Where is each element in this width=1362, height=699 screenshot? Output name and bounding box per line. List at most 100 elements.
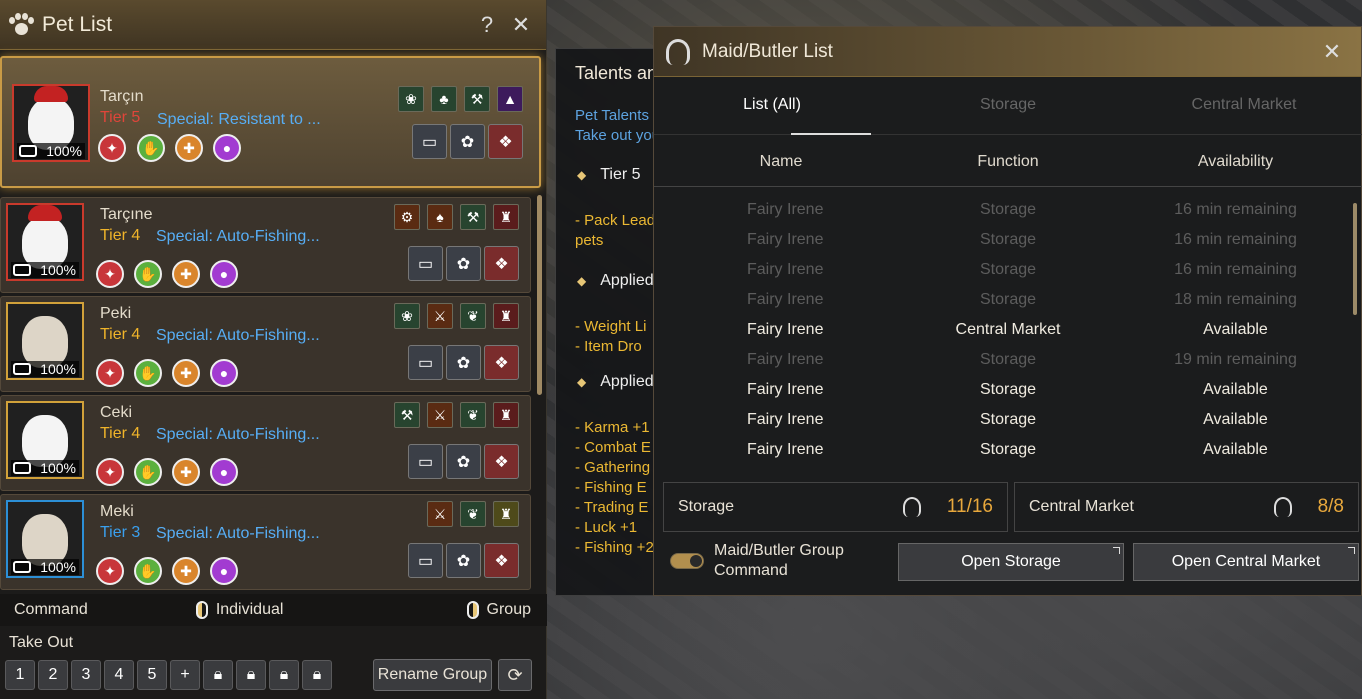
take-out-slot-1[interactable]: 1 [5,660,35,690]
take-out-slot-5[interactable]: 5 [137,660,167,690]
pet-paw-button[interactable]: ✿ [446,246,481,281]
tab-list-all[interactable]: List (All) [654,79,890,134]
skill-icon[interactable]: ♜ [493,402,519,428]
skill-icon[interactable]: ♜ [493,204,519,230]
close-icon[interactable]: ✕ [504,12,538,38]
talent-icon[interactable]: ✋ [137,134,165,162]
talent-icon[interactable]: ✦ [96,359,124,387]
talent-icon[interactable]: ✋ [134,458,162,486]
seal-pet-button[interactable]: ❖ [484,444,519,479]
feed-button[interactable]: ▭ [408,543,443,578]
table-row[interactable]: Fairy Irene Central Market Available [654,315,1362,345]
seal-pet-button[interactable]: ❖ [488,124,523,159]
talent-icon[interactable]: ✚ [175,134,203,162]
group-command[interactable]: Group [466,601,531,619]
skill-icon[interactable]: ♜ [493,501,519,527]
pet-card[interactable]: 100% Meki Tier 3 Special: Auto-Fishing..… [0,494,531,590]
rename-group-button[interactable]: Rename Group [373,659,492,691]
lock-icon[interactable]: 🔒︎ [203,660,233,690]
feed-button[interactable]: ▭ [408,246,443,281]
skill-icon[interactable]: ❀ [398,86,424,112]
talent-icon[interactable]: ● [210,557,238,585]
pet-paw-button[interactable]: ✿ [450,124,485,159]
talent-icon[interactable]: ✚ [172,359,200,387]
lock-icon[interactable]: 🔒︎ [302,660,332,690]
talent-icon[interactable]: ✋ [134,260,162,288]
feed-button[interactable]: ▭ [408,345,443,380]
maid-list-scrollbar[interactable] [1353,203,1357,315]
pet-list-scrollbar[interactable] [537,195,542,395]
close-icon[interactable]: ✕ [1315,39,1349,65]
tab-storage[interactable]: Storage [890,79,1126,134]
skill-icon[interactable]: ❦ [460,501,486,527]
skill-icon[interactable]: ❀ [394,303,420,329]
talent-icon[interactable]: ✚ [172,458,200,486]
talent-icon[interactable]: ● [210,260,238,288]
talent-icon[interactable]: ✋ [134,557,162,585]
table-row[interactable]: Fairy Irene Storage 18 min remaining [654,285,1362,315]
talent-icon[interactable]: ● [210,458,238,486]
table-row[interactable]: Fairy Irene Storage 19 min remaining [654,345,1362,375]
maid-butler-header[interactable]: Maid/Butler List ✕ [654,27,1361,77]
skill-icon[interactable]: ♣ [431,86,457,112]
pet-list-header[interactable]: Pet List ? ✕ [0,0,546,50]
skill-icon[interactable]: ⚔ [427,501,453,527]
skill-icon[interactable]: ⚒ [464,86,490,112]
pet-card[interactable]: 100% Tarçın Tier 5 Special: Resistant to… [0,56,541,188]
take-out-slot-3[interactable]: 3 [71,660,101,690]
talent-icon[interactable]: ✦ [98,134,126,162]
pet-paw-button[interactable]: ✿ [446,543,481,578]
seal-pet-button[interactable]: ❖ [484,345,519,380]
talent-icon[interactable]: ✦ [96,458,124,486]
feed-button[interactable]: ▭ [408,444,443,479]
help-icon[interactable]: ? [470,12,504,38]
pet-card[interactable]: 100% Ceki Tier 4 Special: Auto-Fishing..… [0,395,531,491]
lock-icon[interactable]: 🔒︎ [236,660,266,690]
skill-icon[interactable]: ⚙ [394,204,420,230]
individual-command[interactable]: Individual [195,601,283,619]
feed-button[interactable]: ▭ [412,124,447,159]
take-out-slot-4[interactable]: 4 [104,660,134,690]
seal-pet-button[interactable]: ❖ [484,543,519,578]
add-slot-button[interactable]: + [170,660,200,690]
table-row[interactable]: Fairy Irene Storage 16 min remaining [654,225,1362,255]
talent-icon[interactable]: ✦ [96,260,124,288]
skill-icon[interactable]: ♠ [427,204,453,230]
seal-pet-button[interactable]: ❖ [484,246,519,281]
column-function[interactable]: Function [908,153,1108,171]
refresh-icon[interactable]: ⟳ [498,659,532,691]
pet-card[interactable]: 100% Tarçıne Tier 4 Special: Auto-Fishin… [0,197,531,293]
column-name[interactable]: Name [654,153,908,171]
talent-icon[interactable]: ● [210,359,238,387]
skill-icon[interactable]: ❦ [460,303,486,329]
talent-icon[interactable]: ✚ [172,557,200,585]
take-out-slot-2[interactable]: 2 [38,660,68,690]
column-availability[interactable]: Availability [1108,153,1362,171]
skill-icon[interactable]: ▲ [497,86,523,112]
skill-icon[interactable]: ⚒ [394,402,420,428]
table-row[interactable]: Fairy Irene Storage 16 min remaining [654,195,1362,225]
open-central-market-button[interactable]: Open Central Market [1133,543,1359,581]
table-row[interactable]: Fairy Irene Storage Available [654,405,1362,435]
pet-paw-button[interactable]: ✿ [446,345,481,380]
skill-icon[interactable]: ⚒ [460,204,486,230]
skill-icon[interactable]: ♜ [493,303,519,329]
table-header: Name Function Availability [654,137,1362,187]
pet-card[interactable]: 100% Peki Tier 4 Special: Auto-Fishing..… [0,296,531,392]
table-row[interactable]: Fairy Irene Storage 16 min remaining [654,255,1362,285]
talent-icon[interactable]: ● [213,134,241,162]
table-row[interactable]: Fairy Irene Storage Available [654,375,1362,405]
lock-icon[interactable]: 🔒︎ [269,660,299,690]
pet-paw-button[interactable]: ✿ [446,444,481,479]
open-storage-button[interactable]: Open Storage [898,543,1124,581]
talent-icon[interactable]: ✚ [172,260,200,288]
table-row[interactable]: Fairy Irene Storage Available [654,435,1362,465]
skill-icon[interactable]: ⚔ [427,303,453,329]
talent-icon[interactable]: ✋ [134,359,162,387]
skill-icon[interactable]: ⚔ [427,402,453,428]
talent-icon[interactable]: ✦ [96,557,124,585]
group-command-toggle[interactable] [670,553,704,569]
skill-item: - Combat E [575,439,651,456]
tab-central-market[interactable]: Central Market [1126,79,1362,134]
skill-icon[interactable]: ❦ [460,402,486,428]
